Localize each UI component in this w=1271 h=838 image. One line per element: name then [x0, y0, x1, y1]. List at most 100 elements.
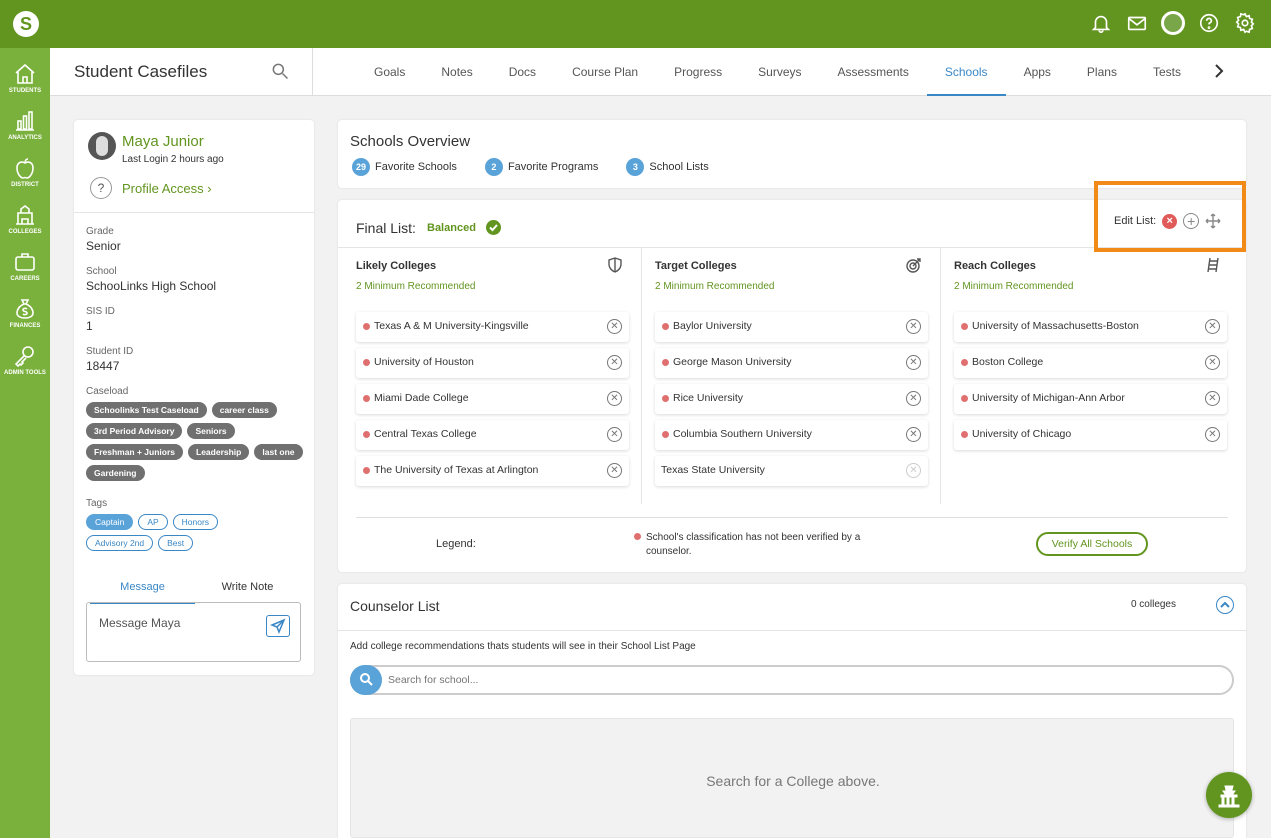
- school-search-input[interactable]: [388, 671, 1208, 689]
- bar-chart-icon: [16, 111, 34, 131]
- verify-all-schools-button[interactable]: Verify All Schools: [1036, 532, 1148, 556]
- user-avatar[interactable]: [1161, 11, 1185, 35]
- minimum-recommended: 2 Minimum Recommended: [954, 281, 1074, 292]
- stat-label: Favorite Schools: [375, 161, 457, 173]
- remove-icon[interactable]: ✕: [906, 391, 921, 406]
- casefile-tabs: Goals Notes Docs Course Plan Progress Su…: [356, 48, 1199, 96]
- remove-icon[interactable]: ✕: [1205, 355, 1220, 370]
- remove-icon[interactable]: ✕: [1205, 319, 1220, 334]
- nav-analytics[interactable]: ANALYTICS: [0, 109, 50, 142]
- student-name[interactable]: Maya Junior: [122, 133, 204, 150]
- tag-chip[interactable]: Honors: [172, 514, 219, 530]
- nav-admin-tools[interactable]: ADMIN TOOLS: [0, 344, 50, 377]
- unverified-dot: [363, 467, 370, 474]
- favorite-programs-stat[interactable]: 2 Favorite Programs: [484, 158, 598, 176]
- reach-colleges-column: Reach Colleges 2 Minimum Recommended Uni…: [936, 248, 1235, 504]
- college-card[interactable]: The University of Texas at Arlington ✕: [356, 456, 629, 486]
- tag-chip[interactable]: Advisory 2nd: [86, 535, 154, 551]
- school-lists-stat[interactable]: 3 School Lists: [626, 158, 709, 176]
- remove-icon[interactable]: ✕: [906, 355, 921, 370]
- search-icon[interactable]: [270, 61, 292, 83]
- chevron-up-icon[interactable]: [1216, 596, 1234, 614]
- tab-assessments[interactable]: Assessments: [820, 48, 927, 96]
- tab-notes[interactable]: Notes: [423, 48, 490, 96]
- remove-icon[interactable]: ✕: [906, 463, 921, 478]
- college-card[interactable]: Columbia Southern University ✕: [655, 420, 928, 450]
- college-name: George Mason University: [673, 356, 792, 368]
- tab-write-note[interactable]: Write Note: [195, 578, 300, 604]
- nav-colleges[interactable]: COLLEGES: [0, 203, 50, 236]
- nav-label: ANALYTICS: [8, 135, 42, 141]
- tag-chip[interactable]: AP: [138, 514, 168, 530]
- tag-chip[interactable]: Best: [158, 535, 194, 551]
- college-card[interactable]: Boston College ✕: [954, 348, 1227, 378]
- tab-schools[interactable]: Schools: [926, 48, 1006, 96]
- caseload-chip[interactable]: last one: [254, 444, 303, 460]
- tab-course-plan[interactable]: Course Plan: [554, 48, 656, 96]
- tag-chip[interactable]: Captain: [86, 514, 134, 530]
- caseload-chip[interactable]: Freshman + Juniors: [86, 444, 184, 460]
- college-card[interactable]: Texas State University ✕: [655, 456, 928, 486]
- tab-apps[interactable]: Apps: [1006, 48, 1069, 96]
- sis-id-value: 1: [86, 319, 93, 333]
- remove-icon[interactable]: ✕: [906, 319, 921, 334]
- caseload-chip[interactable]: 3rd Period Advisory: [86, 423, 183, 439]
- divider: [338, 630, 1246, 631]
- college-building-icon[interactable]: [1206, 772, 1252, 818]
- college-card[interactable]: Central Texas College ✕: [356, 420, 629, 450]
- notifications-bell-icon[interactable]: [1089, 11, 1113, 35]
- tab-tests[interactable]: Tests: [1135, 48, 1199, 96]
- divider: [74, 212, 314, 213]
- caseload-chip[interactable]: career class: [211, 402, 277, 418]
- nav-district[interactable]: DISTRICT: [0, 156, 50, 189]
- caseload-chip[interactable]: Seniors: [187, 423, 235, 439]
- unverified-dot: [662, 395, 669, 402]
- tab-goals[interactable]: Goals: [356, 48, 423, 96]
- send-icon[interactable]: [266, 615, 290, 637]
- tab-message[interactable]: Message: [90, 578, 195, 604]
- nav-careers[interactable]: CAREERS: [0, 250, 50, 283]
- college-card[interactable]: University of Chicago ✕: [954, 420, 1227, 450]
- college-card[interactable]: Baylor University ✕: [655, 312, 928, 342]
- remove-icon[interactable]: ✕: [607, 355, 622, 370]
- remove-icon[interactable]: ✕: [607, 427, 622, 442]
- remove-icon[interactable]: ✕: [607, 319, 622, 334]
- remove-icon[interactable]: ✕: [1205, 427, 1220, 442]
- profile-access-link[interactable]: Profile Access ›: [122, 181, 212, 196]
- remove-icon[interactable]: ✕: [1205, 391, 1220, 406]
- remove-icon[interactable]: ✕: [607, 391, 622, 406]
- caseload-chip[interactable]: Gardening: [86, 465, 145, 481]
- search-icon[interactable]: [350, 665, 382, 695]
- chevron-right-icon[interactable]: [1213, 64, 1227, 80]
- move-icon[interactable]: [1205, 213, 1221, 229]
- ladder-icon: [1205, 257, 1221, 273]
- settings-gear-icon[interactable]: [1233, 11, 1257, 35]
- college-card[interactable]: University of Massachusetts-Boston ✕: [954, 312, 1227, 342]
- college-card[interactable]: University of Houston ✕: [356, 348, 629, 378]
- caseload-chip[interactable]: Schoolinks Test Caseload: [86, 402, 207, 418]
- mail-icon[interactable]: [1125, 11, 1149, 35]
- nav-students[interactable]: STUDENTS: [0, 62, 50, 95]
- delete-list-icon[interactable]: ×: [1162, 213, 1178, 229]
- schoolinks-logo-icon[interactable]: S: [13, 11, 39, 37]
- nav-finances[interactable]: FINANCES: [0, 297, 50, 330]
- college-card[interactable]: Miami Dade College ✕: [356, 384, 629, 414]
- message-input[interactable]: Message Maya: [86, 602, 301, 662]
- remove-icon[interactable]: ✕: [607, 463, 622, 478]
- college-card[interactable]: George Mason University ✕: [655, 348, 928, 378]
- add-icon[interactable]: +: [1183, 213, 1200, 229]
- college-card[interactable]: Rice University ✕: [655, 384, 928, 414]
- help-icon[interactable]: [1197, 11, 1221, 35]
- tab-surveys[interactable]: Surveys: [740, 48, 819, 96]
- target-colleges-column: Target Colleges 2 Minimum Recommended Ba…: [637, 248, 936, 504]
- tab-plans[interactable]: Plans: [1069, 48, 1135, 96]
- remove-icon[interactable]: ✕: [906, 427, 921, 442]
- favorite-schools-stat[interactable]: 29 Favorite Schools: [352, 158, 457, 176]
- college-card[interactable]: Texas A & M University-Kingsville ✕: [356, 312, 629, 342]
- caseload-chip[interactable]: Leadership: [188, 444, 250, 460]
- counselor-description: Add college recommendations thats studen…: [350, 641, 696, 652]
- tab-docs[interactable]: Docs: [491, 48, 554, 96]
- likely-colleges-column: Likely Colleges 2 Minimum Recommended Te…: [338, 248, 637, 504]
- college-card[interactable]: University of Michigan-Ann Arbor ✕: [954, 384, 1227, 414]
- tab-progress[interactable]: Progress: [656, 48, 740, 96]
